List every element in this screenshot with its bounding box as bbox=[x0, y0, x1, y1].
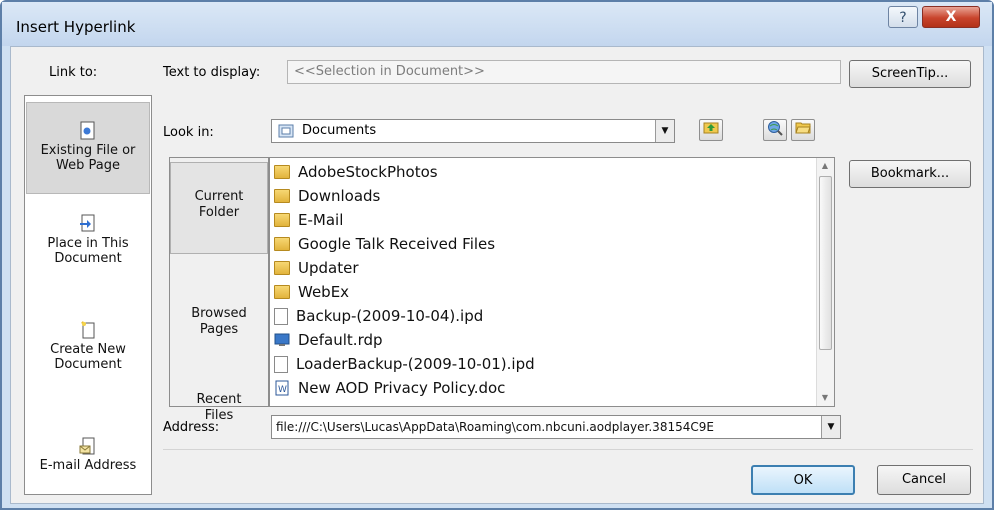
folder-icon bbox=[274, 285, 290, 299]
list-item[interactable]: WebEx bbox=[274, 280, 349, 304]
close-button[interactable]: X bbox=[922, 6, 980, 28]
title-bar[interactable]: Insert Hyperlink ? X bbox=[2, 2, 992, 46]
list-item[interactable]: Default.rdp bbox=[274, 328, 383, 352]
existing-file-icon bbox=[80, 121, 95, 140]
list-item[interactable]: Google Talk Received Files bbox=[274, 232, 495, 256]
file-name: Backup-(2009-10-04).ipd bbox=[296, 307, 484, 325]
file-icon bbox=[274, 355, 288, 373]
file-name: E-Mail bbox=[298, 211, 344, 229]
recent-files-tab[interactable]: Recent Files bbox=[170, 328, 268, 423]
globe-search-icon bbox=[768, 121, 783, 136]
folder-icon bbox=[274, 237, 290, 251]
ok-button[interactable]: OK bbox=[751, 465, 855, 495]
list-item[interactable]: LoaderBackup-(2009-10-01).ipd bbox=[274, 352, 535, 376]
file-list-scrollbar[interactable]: ▲ ▼ bbox=[816, 158, 834, 406]
list-item[interactable]: E-Mail bbox=[274, 208, 343, 232]
email-address-icon bbox=[79, 437, 95, 455]
screentip-button[interactable]: ScreenTip... bbox=[849, 60, 971, 88]
file-name: New AOD Privacy Policy.doc bbox=[298, 379, 506, 397]
text-to-display-label: Text to display: bbox=[163, 65, 261, 80]
folder-icon bbox=[274, 261, 290, 275]
link-to-existing-file[interactable]: Existing File or Web Page bbox=[26, 102, 150, 194]
list-item[interactable]: W New AOD Privacy Policy.doc bbox=[274, 376, 505, 400]
file-name: Updater bbox=[298, 259, 359, 277]
browsed-pages-line1: Browsed bbox=[191, 306, 247, 321]
look-in-chevron-down-icon[interactable]: ▼ bbox=[655, 120, 674, 142]
dialog-title: Insert Hyperlink bbox=[16, 18, 136, 36]
browsed-pages-tab[interactable]: Browsed Pages bbox=[170, 256, 268, 337]
file-name: Downloads bbox=[298, 187, 381, 205]
text-to-display-input[interactable]: <<Selection in Document>> bbox=[287, 60, 841, 84]
help-button[interactable]: ? bbox=[888, 6, 918, 28]
divider bbox=[163, 449, 973, 450]
svg-text:W: W bbox=[278, 385, 287, 395]
link-to-email-address[interactable]: E-mail Address bbox=[26, 420, 150, 486]
insert-hyperlink-dialog: Insert Hyperlink ? X Link to: Existing F… bbox=[0, 0, 994, 510]
up-one-folder-button[interactable] bbox=[699, 119, 723, 141]
list-item[interactable]: Downloads bbox=[274, 184, 380, 208]
file-list[interactable]: AdobeStockPhotos Downloads E-Mail Google… bbox=[269, 157, 835, 407]
create-new-document-icon bbox=[81, 321, 95, 339]
look-in-label: Look in: bbox=[163, 125, 214, 140]
dialog-body: Link to: Existing File or Web Page Place… bbox=[10, 46, 984, 504]
bookmark-button[interactable]: Bookmark... bbox=[849, 160, 971, 188]
documents-folder-icon bbox=[278, 124, 294, 138]
scroll-up-icon[interactable]: ▲ bbox=[817, 158, 833, 174]
browse-web-button[interactable] bbox=[763, 119, 787, 141]
link-to-place-in-document[interactable]: Place in This Document bbox=[26, 214, 150, 290]
remote-desktop-icon bbox=[274, 333, 290, 346]
up-folder-icon bbox=[703, 122, 719, 134]
link-to-email-line1: E-mail Address bbox=[39, 458, 137, 473]
link-to-panel: Existing File or Web Page Place in This … bbox=[24, 95, 152, 495]
scrollbar-thumb[interactable] bbox=[819, 176, 832, 350]
look-in-dropdown[interactable]: Documents ▼ bbox=[271, 119, 675, 143]
place-in-document-icon bbox=[80, 214, 95, 232]
address-chevron-down-icon[interactable]: ▼ bbox=[821, 416, 840, 438]
list-item[interactable]: Updater bbox=[274, 256, 359, 280]
folder-icon bbox=[274, 189, 290, 203]
open-folder-icon bbox=[795, 122, 811, 134]
file-name: WebEx bbox=[298, 283, 350, 301]
link-to-create-new-document[interactable]: Create New Document bbox=[26, 320, 150, 396]
address-input[interactable]: file:///C:\Users\Lucas\AppData\Roaming\c… bbox=[271, 415, 841, 439]
file-name: AdobeStockPhotos bbox=[298, 163, 438, 181]
folder-icon bbox=[274, 213, 290, 227]
address-label: Address: bbox=[163, 420, 220, 435]
file-name: Default.rdp bbox=[298, 331, 383, 349]
file-name: LoaderBackup-(2009-10-01).ipd bbox=[296, 355, 535, 373]
link-to-existing-file-line1: Existing File or bbox=[40, 143, 136, 158]
browse-file-button[interactable] bbox=[791, 119, 815, 141]
current-folder-tab[interactable]: Current Folder bbox=[170, 162, 268, 254]
scroll-down-icon[interactable]: ▼ bbox=[817, 390, 833, 406]
word-document-icon: W bbox=[275, 380, 289, 396]
link-to-existing-file-line2: Web Page bbox=[56, 158, 120, 173]
list-item[interactable]: AdobeStockPhotos bbox=[274, 160, 438, 184]
recent-files-line1: Recent bbox=[196, 392, 242, 407]
address-value: file:///C:\Users\Lucas\AppData\Roaming\c… bbox=[276, 420, 714, 434]
file-name: Google Talk Received Files bbox=[298, 235, 496, 253]
browse-options-panel: Current Folder Browsed Pages Recent File… bbox=[169, 157, 269, 423]
link-to-label: Link to: bbox=[49, 65, 98, 80]
list-item[interactable]: Backup-(2009-10-04).ipd bbox=[274, 304, 483, 328]
link-to-place-line1: Place in This bbox=[47, 236, 129, 251]
file-icon bbox=[274, 307, 288, 325]
cancel-button[interactable]: Cancel bbox=[877, 465, 971, 495]
folder-icon bbox=[274, 165, 290, 179]
current-folder-line1: Current bbox=[194, 189, 244, 204]
look-in-value: Documents bbox=[302, 123, 377, 138]
current-folder-line2: Folder bbox=[198, 205, 240, 220]
link-to-place-line2: Document bbox=[54, 251, 122, 266]
link-to-create-new-line2: Document bbox=[54, 357, 122, 372]
link-to-create-new-line1: Create New bbox=[50, 342, 126, 357]
